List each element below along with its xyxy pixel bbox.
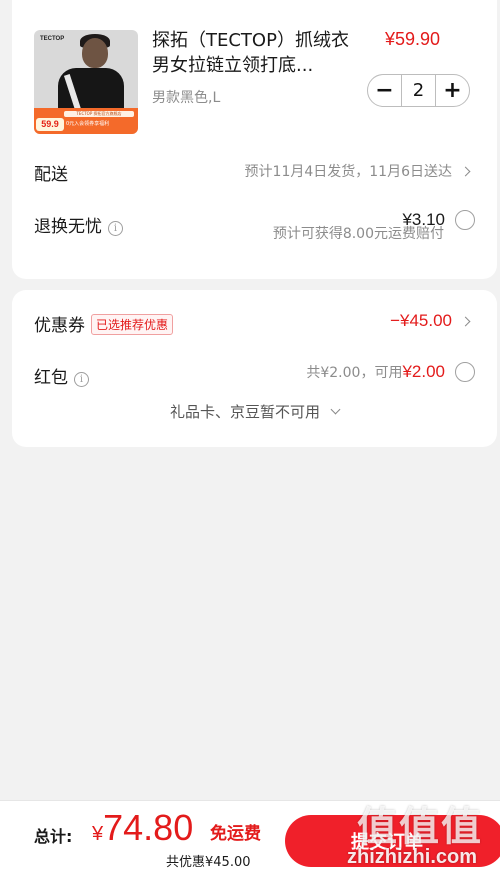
delivery-estimate: 预计11月4日发货，11月6日送达 (244, 164, 452, 180)
thumbnail-promo-banner: TECTOP 探拓官方旗舰店 59.9 0元入会领券享福利 (34, 108, 138, 134)
red-packet-total: 共¥2.00，可用 (306, 365, 403, 381)
chevron-right-icon (460, 166, 471, 177)
product-spec[interactable]: 男款黑色,L (152, 87, 220, 107)
thumbnail-promo-top: TECTOP 探拓官方旗舰店 (64, 111, 134, 117)
free-shipping-label: 免运费 (210, 824, 261, 844)
info-icon[interactable]: i (74, 372, 89, 387)
return-insurance-radio[interactable] (455, 210, 475, 230)
product-title[interactable]: 探拓（TECTOP）抓绒衣男女拉链立领打底... (152, 28, 352, 78)
product-card: TECTOP TECTOP 探拓官方旗舰店 59.9 0元入会领券享福利 探拓（… (12, 0, 497, 279)
discount-card: 优惠券 已选推荐优惠 −¥45.00 红包 i 共¥2.00，可用¥2.00 礼品卡… (12, 290, 497, 447)
chevron-down-icon (330, 404, 341, 415)
thumbnail-promo-text: 0元入会领券享福利 (66, 121, 110, 127)
submit-order-button[interactable]: 提交订单 (285, 815, 500, 867)
coupon-row[interactable]: −¥45.00 (390, 311, 471, 331)
delivery-label: 配送 (34, 165, 68, 185)
checkout-bar: 总计: ¥74.80 免运费 共优惠¥45.00 提交订单 (0, 800, 500, 876)
thumbnail-face (82, 38, 108, 68)
product-thumbnail[interactable]: TECTOP TECTOP 探拓官方旗舰店 59.9 0元入会领券享福利 (34, 30, 138, 134)
red-packet-row-label: 红包 i (34, 363, 89, 388)
delivery-row[interactable]: 预计11月4日发货，11月6日送达 (244, 161, 471, 181)
total-amount: 74.80 (103, 807, 194, 848)
red-packet-label: 红包 (34, 368, 68, 388)
product-price: ¥59.90 (385, 29, 441, 49)
total-label: 总计: (34, 827, 73, 846)
thumbnail-brand-logo: TECTOP (40, 36, 65, 42)
quantity-value[interactable]: 2 (401, 75, 436, 106)
total-price: ¥74.80 (92, 807, 193, 849)
red-packet-radio[interactable] (455, 362, 475, 382)
coupon-amount: −¥45.00 (390, 311, 452, 330)
red-packet-row: 共¥2.00，可用¥2.00 (306, 362, 475, 382)
return-insurance-label: 退换无忧 (34, 217, 102, 237)
return-insurance-note: 预计可获得8.00元运费赔付 (272, 226, 444, 242)
chevron-right-icon (460, 316, 471, 327)
quantity-increase-button[interactable]: + (436, 75, 469, 106)
thumbnail-promo-price: 59.9 (36, 118, 64, 131)
giftcard-text: 礼品卡、京豆暂不可用 (169, 403, 320, 421)
saved-amount: 共优惠¥45.00 (166, 855, 251, 870)
coupon-recommended-tag: 已选推荐优惠 (91, 314, 174, 335)
return-insurance-row-label: 退换无忧 i (34, 212, 123, 237)
red-packet-available: ¥2.00 (402, 362, 445, 381)
giftcard-row[interactable]: 礼品卡、京豆暂不可用 (12, 401, 497, 422)
coupon-label: 优惠券 (34, 316, 85, 336)
info-icon[interactable]: i (108, 221, 123, 236)
total-currency: ¥ (92, 823, 104, 845)
quantity-decrease-button[interactable]: − (368, 75, 401, 106)
quantity-stepper: − 2 + (367, 74, 470, 107)
coupon-row-label: 优惠券 已选推荐优惠 (34, 311, 174, 337)
